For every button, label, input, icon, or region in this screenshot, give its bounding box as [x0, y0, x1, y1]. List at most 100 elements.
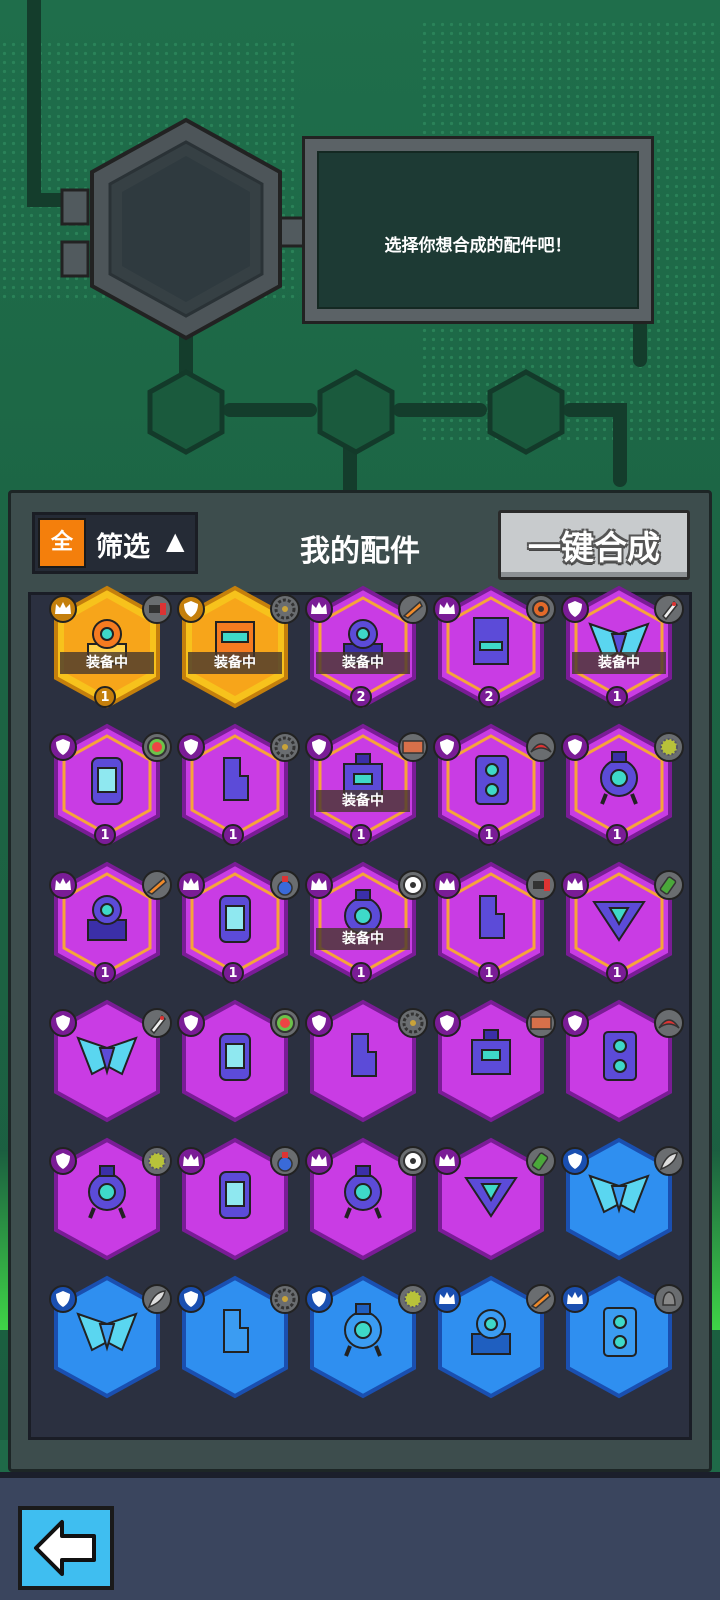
part-item[interactable] — [42, 996, 172, 1126]
arrow-left-icon — [34, 1520, 96, 1576]
filter-all-tag[interactable]: 全 — [38, 518, 86, 568]
part-art — [91, 757, 123, 805]
part-item[interactable]: 2 — [426, 582, 556, 712]
gear-icon — [526, 594, 556, 624]
part-item[interactable]: 1 — [42, 858, 172, 988]
saw-icon — [270, 594, 300, 624]
merge-button-label: 一键合成 — [528, 528, 660, 567]
bottle-icon — [654, 870, 684, 900]
crown-icon — [433, 1147, 461, 1175]
panel-title: 我的配件 — [300, 534, 420, 569]
level-badge: 1 — [94, 962, 116, 984]
level-badge: 1 — [606, 962, 628, 984]
part-item[interactable] — [426, 1272, 556, 1402]
level-badge: 1 — [222, 962, 244, 984]
rocket-icon — [142, 1008, 172, 1038]
part-item[interactable]: 1 — [554, 720, 684, 850]
shield-icon — [177, 1285, 205, 1313]
equipped-label: 装备中 — [188, 652, 282, 674]
part-item[interactable] — [42, 1272, 172, 1402]
part-art — [603, 1031, 637, 1081]
crown-icon — [561, 1285, 589, 1313]
ball-icon — [398, 1146, 428, 1176]
gun-icon — [142, 594, 172, 624]
equipped-label: 装备中 — [316, 928, 410, 950]
brick-icon — [398, 732, 428, 762]
part-item[interactable]: 装备中 1 — [554, 582, 684, 712]
level-badge: 1 — [478, 962, 500, 984]
part-item[interactable] — [42, 1134, 172, 1264]
crown-icon — [561, 871, 589, 899]
part-item[interactable] — [298, 1134, 428, 1264]
part-item[interactable]: 装备中 — [170, 582, 300, 712]
part-art — [219, 1033, 251, 1081]
crown-icon — [177, 1147, 205, 1175]
level-badge: 1 — [350, 824, 372, 846]
shield-icon — [49, 1009, 77, 1037]
equipped-label: 装备中 — [316, 652, 410, 674]
part-item[interactable]: 装备中 1 — [42, 582, 172, 712]
spiky-icon — [398, 1284, 428, 1314]
part-item[interactable] — [426, 996, 556, 1126]
part-item[interactable]: 1 — [170, 720, 300, 850]
shield-icon — [305, 733, 333, 761]
part-item[interactable]: 1 — [42, 720, 172, 850]
synthesis-slot — [60, 117, 314, 341]
one-click-merge-button[interactable]: 一键合成 — [498, 510, 690, 580]
level-badge: 1 — [606, 824, 628, 846]
feather-icon — [142, 1284, 172, 1314]
part-item[interactable]: 1 — [426, 720, 556, 850]
level-badge: 1 — [222, 824, 244, 846]
ball-icon — [398, 870, 428, 900]
part-item[interactable] — [426, 1134, 556, 1264]
boomerang-icon — [654, 1008, 684, 1038]
message-screen: 选择你想合成的配件吧！ — [317, 151, 639, 309]
part-item[interactable] — [298, 1272, 428, 1402]
shield-icon — [561, 1147, 589, 1175]
message-box: 选择你想合成的配件吧！ — [302, 136, 654, 324]
crown-icon — [305, 871, 333, 899]
crown-icon — [49, 595, 77, 623]
shield-icon — [49, 1147, 77, 1175]
spiky-icon — [142, 1146, 172, 1176]
shield-icon — [561, 733, 589, 761]
part-item[interactable]: 1 — [170, 858, 300, 988]
back-button[interactable] — [18, 1506, 114, 1590]
part-item[interactable] — [554, 1134, 684, 1264]
shield-icon — [177, 1009, 205, 1037]
part-art — [475, 755, 509, 805]
message-text: 选择你想合成的配件吧！ — [384, 236, 572, 256]
part-item[interactable]: 1 — [554, 858, 684, 988]
part-item[interactable] — [170, 996, 300, 1126]
part-item[interactable]: 装备中 2 — [298, 582, 428, 712]
saw-icon — [270, 732, 300, 762]
part-item[interactable] — [170, 1272, 300, 1402]
boomerang-icon — [526, 732, 556, 762]
part-item[interactable]: 装备中 1 — [298, 720, 428, 850]
potion-icon — [270, 870, 300, 900]
crown-icon — [305, 1147, 333, 1175]
crown-icon — [177, 871, 205, 899]
feather-icon — [654, 1146, 684, 1176]
crown-icon — [433, 1285, 461, 1313]
part-item[interactable] — [170, 1134, 300, 1264]
level-badge: 1 — [94, 686, 116, 708]
part-art — [219, 1171, 251, 1219]
shield-icon — [305, 1009, 333, 1037]
equipped-label: 装备中 — [572, 652, 666, 674]
drill-icon — [398, 594, 428, 624]
spiky-icon — [654, 732, 684, 762]
part-item[interactable]: 1 — [426, 858, 556, 988]
equipped-label: 装备中 — [60, 652, 154, 674]
filter-label: 筛选 — [96, 532, 150, 563]
part-item[interactable]: 装备中 1 — [298, 858, 428, 988]
crown-icon — [305, 595, 333, 623]
bell-icon — [654, 1284, 684, 1314]
triangle-up-icon: ▲ — [166, 527, 185, 555]
part-item[interactable] — [298, 996, 428, 1126]
shield-icon — [561, 595, 589, 623]
level-badge: 1 — [94, 824, 116, 846]
part-item[interactable] — [554, 996, 684, 1126]
part-item[interactable] — [554, 1272, 684, 1402]
part-art — [603, 1307, 637, 1357]
